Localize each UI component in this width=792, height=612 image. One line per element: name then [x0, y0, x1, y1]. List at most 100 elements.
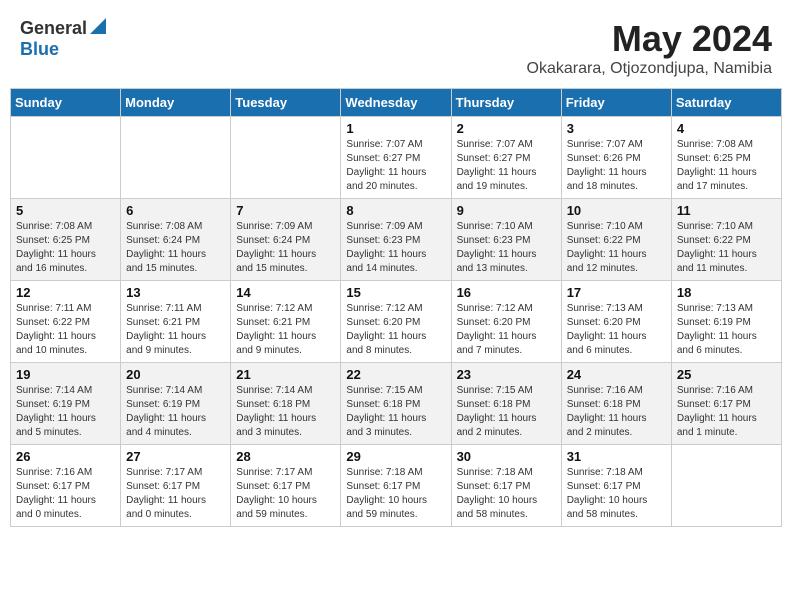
day-info: Sunrise: 7:18 AM Sunset: 6:17 PM Dayligh…: [567, 466, 666, 522]
day-info: Sunrise: 7:16 AM Sunset: 6:18 PM Dayligh…: [567, 384, 666, 440]
calendar-cell: [671, 445, 781, 527]
day-info: Sunrise: 7:17 AM Sunset: 6:17 PM Dayligh…: [126, 466, 225, 522]
calendar-table: SundayMondayTuesdayWednesdayThursdayFrid…: [10, 88, 782, 527]
calendar-cell: 25 Sunrise: 7:16 AM Sunset: 6:17 PM Dayli…: [671, 363, 781, 445]
calendar-cell: 16 Sunrise: 7:12 AM Sunset: 6:20 PM Dayli…: [451, 281, 561, 363]
day-info: Sunrise: 7:08 AM Sunset: 6:25 PM Dayligh…: [677, 138, 776, 194]
day-number: 28: [236, 449, 335, 464]
logo-blue: Blue: [20, 39, 59, 59]
calendar-cell: [231, 117, 341, 199]
day-number: 1: [346, 121, 445, 136]
location-title: Okakarara, Otjozondjupa, Namibia: [527, 60, 772, 78]
day-info: Sunrise: 7:11 AM Sunset: 6:22 PM Dayligh…: [16, 302, 115, 358]
logo-general: General: [20, 18, 87, 39]
day-info: Sunrise: 7:17 AM Sunset: 6:17 PM Dayligh…: [236, 466, 335, 522]
day-info: Sunrise: 7:12 AM Sunset: 6:20 PM Dayligh…: [346, 302, 445, 358]
calendar-cell: 18Sunrise: 7:13 AM Sunset: 6:19 PM Dayli…: [671, 281, 781, 363]
calendar-week-row: 1Sunrise: 7:07 AM Sunset: 6:27 PM Daylig…: [11, 117, 782, 199]
calendar-cell: 2Sunrise: 7:07 AM Sunset: 6:27 PM Daylig…: [451, 117, 561, 199]
day-number: 20: [126, 367, 225, 382]
calendar-cell: 9 Sunrise: 7:10 AM Sunset: 6:23 PM Daylig…: [451, 199, 561, 281]
day-number: 4: [677, 121, 776, 136]
calendar-header-wednesday: Wednesday: [341, 89, 451, 117]
calendar-cell: [121, 117, 231, 199]
day-info: Sunrise: 7:12 AM Sunset: 6:21 PM Dayligh…: [236, 302, 335, 358]
day-number: 30: [457, 449, 556, 464]
calendar-cell: 7 Sunrise: 7:09 AM Sunset: 6:24 PM Daylig…: [231, 199, 341, 281]
day-number: 31: [567, 449, 666, 464]
calendar-header-thursday: Thursday: [451, 89, 561, 117]
calendar-week-row: 19Sunrise: 7:14 AM Sunset: 6:19 PM Dayli…: [11, 363, 782, 445]
day-info: Sunrise: 7:18 AM Sunset: 6:17 PM Dayligh…: [346, 466, 445, 522]
day-info: Sunrise: 7:08 AM Sunset: 6:24 PM Dayligh…: [126, 220, 225, 276]
calendar-cell: 19Sunrise: 7:14 AM Sunset: 6:19 PM Dayli…: [11, 363, 121, 445]
day-number: 24: [567, 367, 666, 382]
calendar-cell: 3Sunrise: 7:07 AM Sunset: 6:26 PM Daylig…: [561, 117, 671, 199]
calendar-week-row: 5 Sunrise: 7:08 AM Sunset: 6:25 PM Daylig…: [11, 199, 782, 281]
calendar-cell: 27 Sunrise: 7:17 AM Sunset: 6:17 PM Dayli…: [121, 445, 231, 527]
calendar-header-row: SundayMondayTuesdayWednesdayThursdayFrid…: [11, 89, 782, 117]
day-number: 15: [346, 285, 445, 300]
day-number: 7: [236, 203, 335, 218]
day-info: Sunrise: 7:12 AM Sunset: 6:20 PM Dayligh…: [457, 302, 556, 358]
page-header: General Blue May 2024 Okakarara, Otjozon…: [10, 10, 782, 82]
calendar-cell: 22 Sunrise: 7:15 AM Sunset: 6:18 PM Dayli…: [341, 363, 451, 445]
calendar-cell: 23Sunrise: 7:15 AM Sunset: 6:18 PM Dayli…: [451, 363, 561, 445]
calendar-week-row: 26 Sunrise: 7:16 AM Sunset: 6:17 PM Dayli…: [11, 445, 782, 527]
calendar-cell: 24 Sunrise: 7:16 AM Sunset: 6:18 PM Dayli…: [561, 363, 671, 445]
day-number: 12: [16, 285, 115, 300]
day-number: 23: [457, 367, 556, 382]
calendar-cell: 15 Sunrise: 7:12 AM Sunset: 6:20 PM Dayli…: [341, 281, 451, 363]
day-number: 8: [346, 203, 445, 218]
day-number: 16: [457, 285, 556, 300]
day-number: 26: [16, 449, 115, 464]
day-number: 11: [677, 203, 776, 218]
calendar-cell: 1Sunrise: 7:07 AM Sunset: 6:27 PM Daylig…: [341, 117, 451, 199]
day-number: 5: [16, 203, 115, 218]
calendar-cell: 5 Sunrise: 7:08 AM Sunset: 6:25 PM Daylig…: [11, 199, 121, 281]
day-info: Sunrise: 7:14 AM Sunset: 6:19 PM Dayligh…: [126, 384, 225, 440]
calendar-cell: [11, 117, 121, 199]
calendar-header-saturday: Saturday: [671, 89, 781, 117]
day-number: 14: [236, 285, 335, 300]
day-number: 18: [677, 285, 776, 300]
logo-triangle-icon: [90, 18, 106, 39]
day-number: 25: [677, 367, 776, 382]
calendar-cell: 17Sunrise: 7:13 AM Sunset: 6:20 PM Dayli…: [561, 281, 671, 363]
day-info: Sunrise: 7:07 AM Sunset: 6:26 PM Dayligh…: [567, 138, 666, 194]
calendar-cell: 4 Sunrise: 7:08 AM Sunset: 6:25 PM Daylig…: [671, 117, 781, 199]
day-info: Sunrise: 7:16 AM Sunset: 6:17 PM Dayligh…: [16, 466, 115, 522]
calendar-cell: 21 Sunrise: 7:14 AM Sunset: 6:18 PM Dayli…: [231, 363, 341, 445]
calendar-cell: 20 Sunrise: 7:14 AM Sunset: 6:19 PM Dayli…: [121, 363, 231, 445]
calendar-body: 1Sunrise: 7:07 AM Sunset: 6:27 PM Daylig…: [11, 117, 782, 527]
day-number: 6: [126, 203, 225, 218]
calendar-cell: 28 Sunrise: 7:17 AM Sunset: 6:17 PM Dayli…: [231, 445, 341, 527]
day-number: 10: [567, 203, 666, 218]
day-number: 29: [346, 449, 445, 464]
month-title: May 2024: [527, 18, 772, 60]
calendar-cell: 29 Sunrise: 7:18 AM Sunset: 6:17 PM Dayli…: [341, 445, 451, 527]
day-number: 9: [457, 203, 556, 218]
day-number: 21: [236, 367, 335, 382]
day-info: Sunrise: 7:18 AM Sunset: 6:17 PM Dayligh…: [457, 466, 556, 522]
calendar-cell: 11Sunrise: 7:10 AM Sunset: 6:22 PM Dayli…: [671, 199, 781, 281]
day-info: Sunrise: 7:15 AM Sunset: 6:18 PM Dayligh…: [346, 384, 445, 440]
day-info: Sunrise: 7:08 AM Sunset: 6:25 PM Dayligh…: [16, 220, 115, 276]
calendar-header-monday: Monday: [121, 89, 231, 117]
day-number: 17: [567, 285, 666, 300]
calendar-cell: 31 Sunrise: 7:18 AM Sunset: 6:17 PM Dayli…: [561, 445, 671, 527]
calendar-cell: 12 Sunrise: 7:11 AM Sunset: 6:22 PM Dayli…: [11, 281, 121, 363]
day-number: 2: [457, 121, 556, 136]
day-info: Sunrise: 7:10 AM Sunset: 6:23 PM Dayligh…: [457, 220, 556, 276]
day-info: Sunrise: 7:09 AM Sunset: 6:23 PM Dayligh…: [346, 220, 445, 276]
day-number: 27: [126, 449, 225, 464]
day-info: Sunrise: 7:14 AM Sunset: 6:19 PM Dayligh…: [16, 384, 115, 440]
calendar-cell: 6 Sunrise: 7:08 AM Sunset: 6:24 PM Daylig…: [121, 199, 231, 281]
day-info: Sunrise: 7:14 AM Sunset: 6:18 PM Dayligh…: [236, 384, 335, 440]
day-info: Sunrise: 7:09 AM Sunset: 6:24 PM Dayligh…: [236, 220, 335, 276]
calendar-cell: 10Sunrise: 7:10 AM Sunset: 6:22 PM Dayli…: [561, 199, 671, 281]
calendar-header-friday: Friday: [561, 89, 671, 117]
day-info: Sunrise: 7:16 AM Sunset: 6:17 PM Dayligh…: [677, 384, 776, 440]
day-number: 22: [346, 367, 445, 382]
calendar-cell: 30 Sunrise: 7:18 AM Sunset: 6:17 PM Dayli…: [451, 445, 561, 527]
